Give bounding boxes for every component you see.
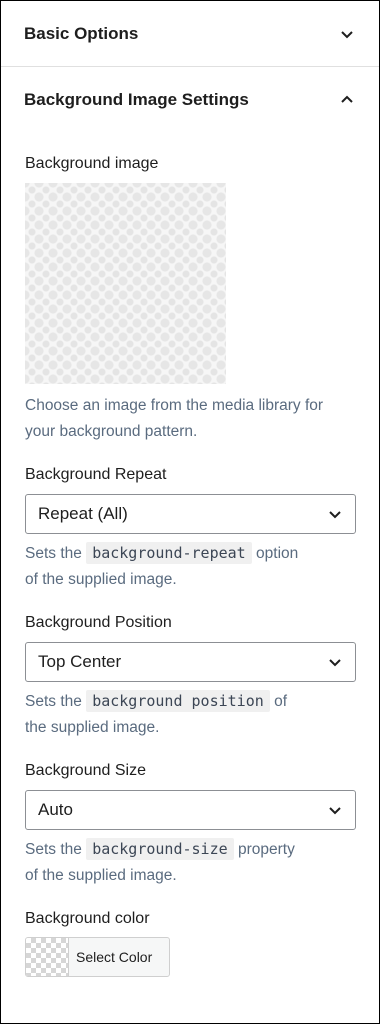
background-color-label: Background color bbox=[25, 910, 150, 927]
chevron-down-icon bbox=[329, 807, 341, 815]
help-suffix-line2: of the supplied image. bbox=[25, 867, 177, 884]
background-repeat-control: Background Repeat Repeat (All) Sets the … bbox=[25, 465, 356, 593]
help-suffix: of bbox=[274, 693, 288, 710]
select-color-button[interactable]: Select Color bbox=[25, 937, 170, 977]
background-image-settings-title: Background Image Settings bbox=[24, 89, 249, 109]
background-repeat-select[interactable]: Repeat (All) bbox=[25, 494, 356, 534]
background-size-label: Background Size bbox=[25, 762, 146, 779]
background-color-control: Background color Select Color bbox=[25, 909, 355, 981]
background-image-help: Choose an image from the media library f… bbox=[25, 397, 324, 440]
background-image-settings-body: Background image Choose an image from th… bbox=[1, 154, 379, 981]
help-suffix: option bbox=[256, 545, 299, 562]
background-position-help: Sets the background position of the supp… bbox=[25, 688, 355, 741]
background-repeat-value: Repeat (All) bbox=[38, 504, 128, 523]
chevron-up-icon bbox=[341, 95, 353, 103]
background-position-control: Background Position Top Center Sets the … bbox=[25, 613, 356, 741]
basic-options-title: Basic Options bbox=[24, 23, 139, 43]
select-color-label: Select Color bbox=[76, 949, 153, 965]
background-repeat-label: Background Repeat bbox=[25, 466, 167, 483]
settings-sidebar: Basic Options Background Image Settings … bbox=[0, 0, 380, 1024]
background-size-select[interactable]: Auto bbox=[25, 790, 356, 830]
background-image-label: Background image bbox=[25, 155, 159, 172]
help-suffix: property bbox=[237, 841, 295, 858]
help-prefix: Sets the bbox=[25, 841, 82, 858]
transparent-swatch-icon bbox=[26, 938, 69, 976]
background-image-control: Background image Choose an image from th… bbox=[25, 154, 355, 445]
background-repeat-help: Sets the background-repeat option of the… bbox=[25, 540, 355, 593]
chevron-down-icon bbox=[329, 659, 341, 667]
help-code: background-size bbox=[86, 838, 234, 860]
help-code: background-repeat bbox=[86, 542, 252, 564]
background-image-preview[interactable] bbox=[25, 183, 226, 384]
background-image-settings-panel-toggle[interactable]: Background Image Settings bbox=[1, 67, 379, 132]
background-size-value: Auto bbox=[38, 800, 73, 819]
background-position-value: Top Center bbox=[38, 652, 122, 671]
help-prefix: Sets the bbox=[25, 545, 82, 562]
help-code: background position bbox=[86, 690, 270, 712]
basic-options-panel-toggle[interactable]: Basic Options bbox=[1, 1, 379, 67]
help-suffix-line2: of the supplied image. bbox=[25, 571, 177, 588]
help-prefix: Sets the bbox=[25, 693, 82, 710]
background-size-control: Background Size Auto Sets the background… bbox=[25, 761, 356, 889]
background-position-label: Background Position bbox=[25, 614, 172, 631]
chevron-down-icon bbox=[341, 30, 353, 38]
background-position-select[interactable]: Top Center bbox=[25, 642, 356, 682]
help-suffix-line2: the supplied image. bbox=[25, 719, 160, 736]
background-size-help: Sets the background-size property of the… bbox=[25, 836, 355, 889]
chevron-down-icon bbox=[329, 511, 341, 519]
